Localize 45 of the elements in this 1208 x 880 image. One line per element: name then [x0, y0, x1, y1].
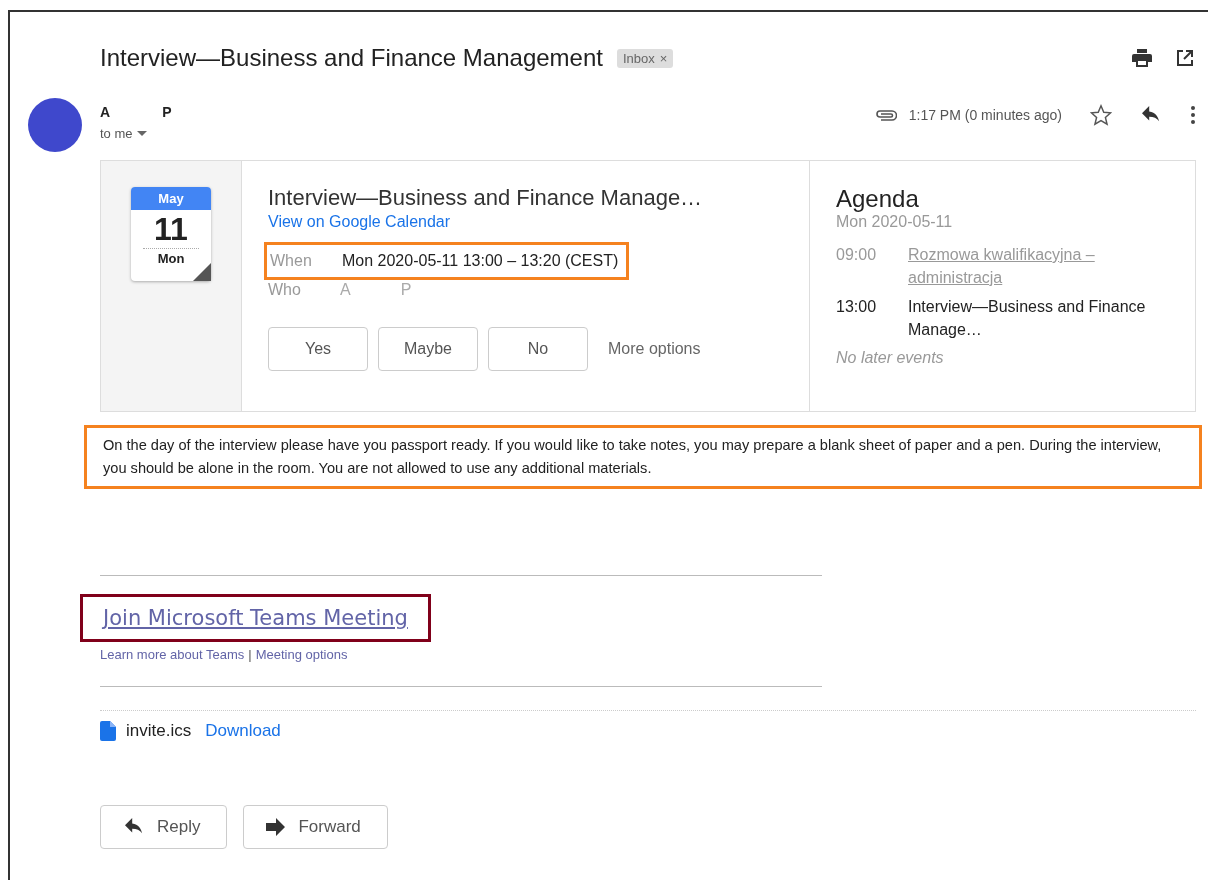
guest-name: P — [400, 281, 412, 299]
forward-button[interactable]: Forward — [243, 805, 388, 849]
star-icon[interactable] — [1090, 104, 1112, 126]
when-label: When — [270, 252, 313, 270]
event-link[interactable]: Rozmowa kwalifikacyjna – administracja — [908, 243, 1169, 289]
open-in-new-icon[interactable] — [1176, 49, 1194, 67]
file-icon — [100, 721, 116, 741]
event-title: Interview—Business and Finance Manage… — [908, 297, 1147, 340]
join-meeting-link[interactable]: Join Microsoft Teams Meeting — [103, 606, 408, 630]
print-icon[interactable] — [1132, 49, 1152, 67]
sender-name: A — [100, 104, 111, 120]
calendar-date-icon: May 11 Mon — [131, 187, 211, 281]
rsvp-button[interactable]: Maybe — [378, 327, 478, 371]
event-time: 13:00 — [836, 297, 878, 317]
sender-name: P — [162, 104, 172, 120]
timestamp: 1:17 PM (0 minutes ago) — [908, 107, 1062, 123]
download-link[interactable]: Download — [205, 721, 281, 741]
more-options-link[interactable]: More options — [608, 340, 701, 358]
inbox-label[interactable]: Inbox × — [616, 48, 674, 68]
guest-name: A — [340, 281, 351, 299]
event-time: 09:00 — [836, 245, 878, 265]
reply-icon — [123, 818, 145, 836]
learn-more-link[interactable]: Learn more about Teams — [100, 647, 245, 662]
sender-avatar — [28, 98, 82, 152]
who-label: Who — [268, 281, 302, 299]
event-time: Mon 2020-05-11 13:00 – 13:20 (CEST) — [342, 252, 619, 270]
email-subject: Interview—Business and Finance Management — [100, 44, 603, 72]
reply-icon[interactable] — [1140, 106, 1162, 124]
calendar-link[interactable]: View on Google Calendar — [268, 213, 451, 231]
agenda-date: Mon 2020-05-11 — [836, 213, 954, 231]
agenda-title: Agenda — [836, 185, 920, 213]
rsvp-button[interactable]: Yes — [268, 327, 368, 371]
link-separator: | — [248, 647, 252, 662]
message-body: On the day of the interview please have you passport ready. If you would like to take notes, you may prepare a blank sheet of paper and a pen. During the interview, you should be alone in the room. You are not allowed to use any additional materials. — [84, 425, 1202, 489]
reply-button[interactable]: Reply — [100, 805, 228, 849]
paperclip-icon — [874, 109, 897, 121]
event-title: Interview—Business and Finance Manage… — [268, 185, 704, 211]
meeting-options-link[interactable]: Meeting options — [255, 647, 348, 662]
recipient-text: to me — [100, 126, 133, 141]
rsvp-button[interactable]: No — [488, 327, 588, 371]
agenda-note: No later events — [836, 349, 945, 367]
forward-icon — [266, 818, 287, 836]
more-icon[interactable] — [1190, 105, 1196, 125]
caret-icon[interactable] — [136, 130, 147, 137]
attachment-name: invite.ics — [126, 721, 192, 741]
